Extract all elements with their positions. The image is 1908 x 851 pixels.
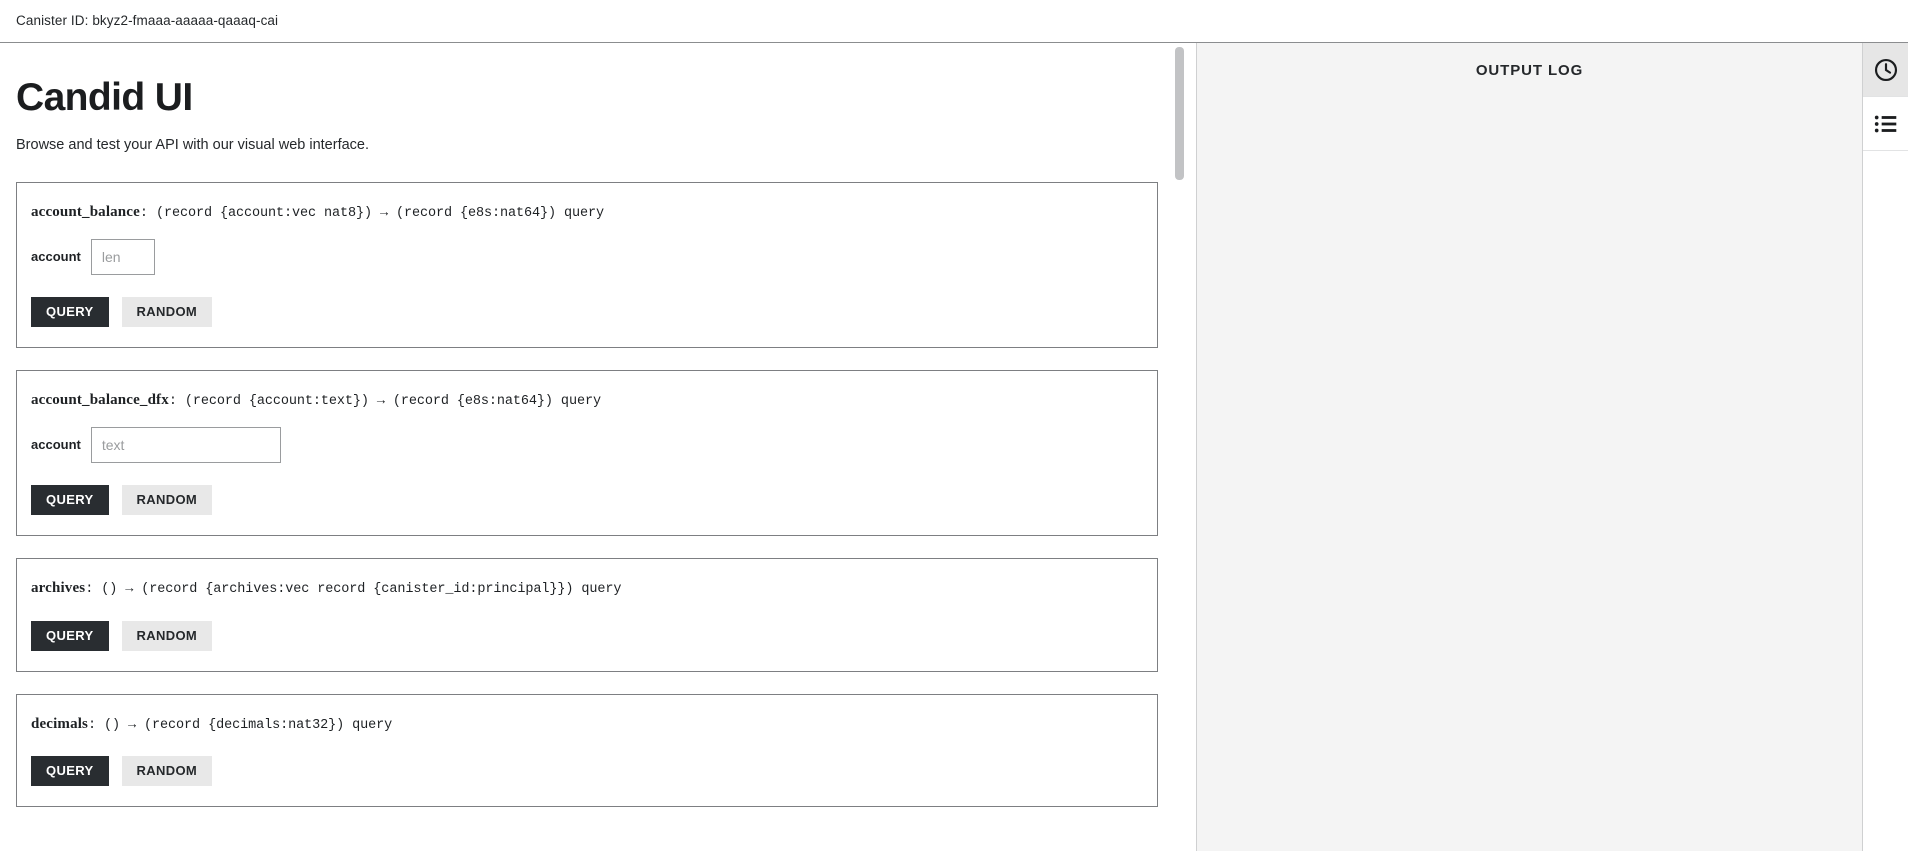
- canister-id-label: Canister ID: bkyz2-fmaaa-aaaaa-qaaaq-cai: [16, 12, 279, 28]
- output-log-title: OUTPUT LOG: [1475, 62, 1584, 79]
- argument-label: account: [31, 249, 81, 265]
- body-split: Candid UI Browse and test your API with …: [0, 43, 1908, 851]
- main-content: Candid UI Browse and test your API with …: [0, 43, 1196, 851]
- rail-button-clock[interactable]: [1863, 43, 1908, 97]
- argument-input[interactable]: [90, 426, 281, 463]
- rail-button-list[interactable]: [1863, 97, 1908, 151]
- method-button-row: QUERY RANDOM: [31, 296, 1143, 327]
- page-title: Candid UI: [16, 76, 193, 119]
- random-button[interactable]: RANDOM: [121, 756, 213, 787]
- method-name: archives: [31, 579, 86, 596]
- method-type: () → (record {decimals:nat32}) query: [104, 717, 393, 733]
- method-separator: :: [168, 393, 185, 409]
- argument-input[interactable]: [90, 238, 155, 275]
- main-scrollbar-thumb[interactable]: [1175, 47, 1184, 180]
- method-signature: decimals: () → (record {decimals:nat32})…: [31, 715, 1143, 735]
- clock-icon: [1873, 57, 1899, 83]
- query-button[interactable]: QUERY: [31, 484, 109, 515]
- method-card: archives: () → (record {archives:vec rec…: [16, 557, 1158, 672]
- method-name: decimals: [31, 715, 89, 732]
- method-card: decimals: () → (record {decimals:nat32})…: [16, 693, 1158, 808]
- list-icon: [1873, 111, 1899, 137]
- method-card-inner: account_balance_dfx: (record {account:te…: [17, 391, 1157, 515]
- method-separator: :: [139, 205, 156, 221]
- random-button[interactable]: RANDOM: [121, 484, 213, 515]
- method-card-inner: decimals: () → (record {decimals:nat32})…: [17, 715, 1157, 787]
- method-list: account_balance: (record {account:vec na…: [16, 181, 1158, 808]
- page-subtitle: Browse and test your API with our visual…: [16, 136, 370, 153]
- method-card-inner: archives: () → (record {archives:vec rec…: [17, 579, 1157, 651]
- method-card-inner: account_balance: (record {account:vec na…: [17, 203, 1157, 327]
- right-icon-rail: [1862, 43, 1908, 851]
- method-card: account_balance_dfx: (record {account:te…: [16, 369, 1158, 536]
- method-button-row: QUERY RANDOM: [31, 620, 1143, 651]
- main-scrollbar-track[interactable]: [1175, 43, 1184, 851]
- method-signature: account_balance: (record {account:vec na…: [31, 203, 1143, 223]
- method-name: account_balance: [31, 203, 140, 220]
- method-card: account_balance: (record {account:vec na…: [16, 181, 1158, 348]
- query-button[interactable]: QUERY: [31, 620, 109, 651]
- method-type: () → (record {archives:vec record {canis…: [101, 581, 622, 597]
- query-button[interactable]: QUERY: [31, 756, 109, 787]
- candid-ui-app: Canister ID: bkyz2-fmaaa-aaaaa-qaaaq-cai…: [0, 0, 1908, 851]
- random-button[interactable]: RANDOM: [121, 620, 213, 651]
- method-separator: :: [85, 581, 102, 597]
- method-separator: :: [88, 717, 105, 733]
- method-button-row: QUERY RANDOM: [31, 484, 1143, 515]
- random-button[interactable]: RANDOM: [121, 296, 213, 327]
- method-argument-row: account: [31, 238, 1143, 275]
- top-bar: Canister ID: bkyz2-fmaaa-aaaaa-qaaaq-cai: [0, 0, 1908, 43]
- method-argument-row: account: [31, 426, 1143, 463]
- method-signature: account_balance_dfx: (record {account:te…: [31, 391, 1143, 411]
- method-type: (record {account:text}) → (record {e8s:n…: [184, 393, 601, 409]
- main-content-column: Candid UI Browse and test your API with …: [0, 43, 1196, 851]
- argument-label: account: [31, 437, 81, 453]
- method-type: (record {account:vec nat8}) → (record {e…: [155, 205, 605, 221]
- method-button-row: QUERY RANDOM: [31, 756, 1143, 787]
- method-signature: archives: () → (record {archives:vec rec…: [31, 579, 1143, 599]
- method-name: account_balance_dfx: [31, 391, 169, 408]
- query-button[interactable]: QUERY: [31, 296, 109, 327]
- output-log-panel: OUTPUT LOG: [1196, 43, 1862, 851]
